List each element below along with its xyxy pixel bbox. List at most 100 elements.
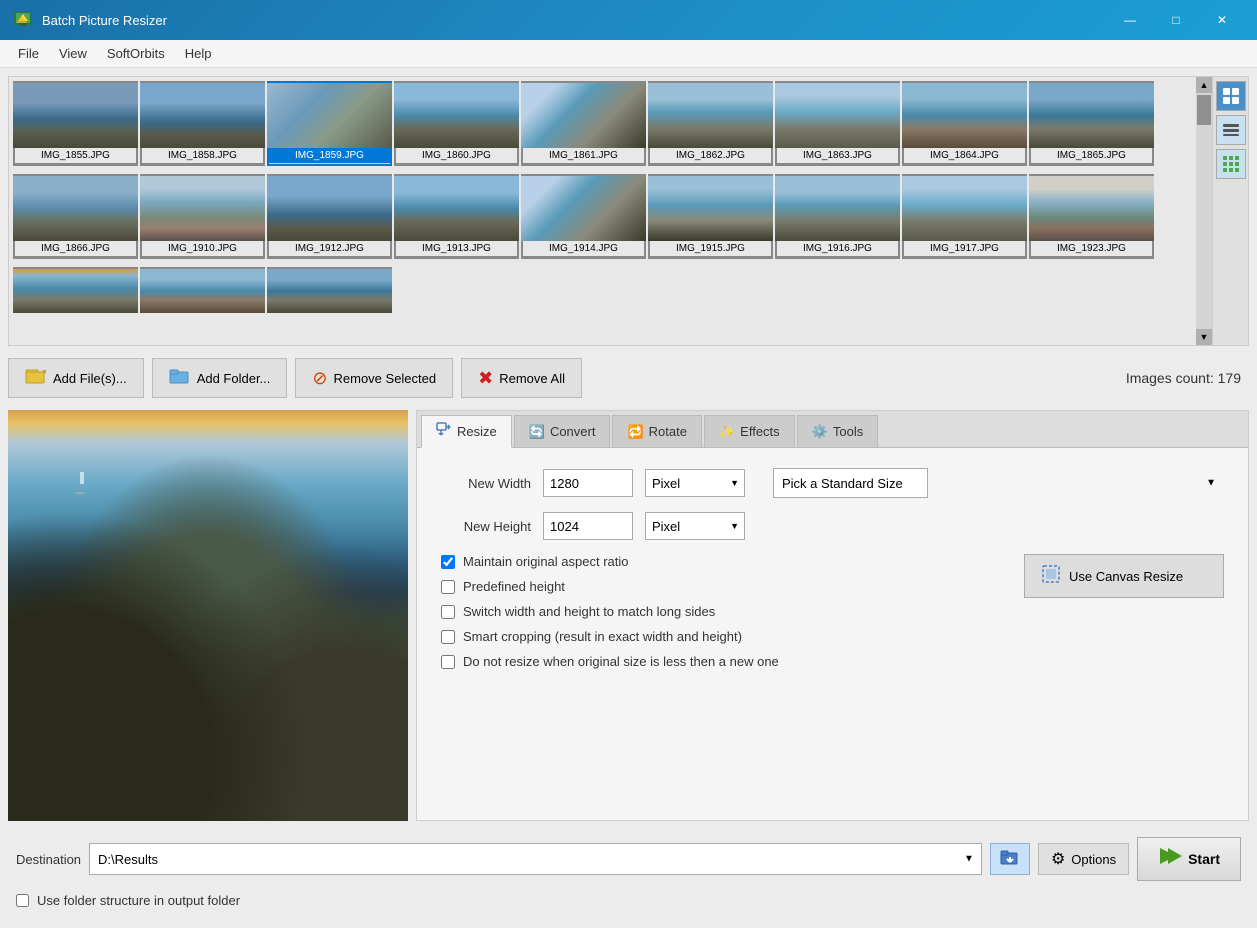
list-item[interactable]: IMG_1863.JPG [775,81,900,166]
thumbnail-label: IMG_1914.JPG [523,241,644,256]
gallery-row-2: IMG_1866.JPG IMG_1910.JPG IMG_1912.JPG I… [9,170,1196,263]
remove-all-icon: ✖ [478,368,493,389]
thumbnail-image [140,176,265,241]
gallery-container: IMG_1855.JPG IMG_1858.JPG IMG_1859.JPG I… [9,77,1196,345]
tab-tools[interactable]: ⚙️ Tools [797,415,879,447]
thumbnail-image [1029,83,1154,148]
height-row: New Height Pixel Percent cm mm inch [441,512,1224,540]
destination-input[interactable] [89,843,982,875]
no-resize-if-smaller-checkbox[interactable] [441,655,455,669]
remove-all-button[interactable]: ✖ Remove All [461,358,582,398]
menu-help[interactable]: Help [175,42,222,65]
list-item[interactable]: IMG_1917.JPG [902,174,1027,259]
view-icons-panel [1212,77,1248,345]
list-item[interactable]: IMG_1860.JPG [394,81,519,166]
thumbnail-label: IMG_1915.JPG [650,241,771,256]
list-item[interactable]: IMG_1916.JPG [775,174,900,259]
height-unit-select[interactable]: Pixel Percent cm mm inch [645,512,745,540]
scroll-down-button[interactable]: ▼ [1196,329,1212,345]
list-item[interactable]: IMG_1912.JPG [267,174,392,259]
folder-structure-checkbox[interactable] [16,894,29,907]
list-item[interactable]: IMG_1861.JPG [521,81,646,166]
list-item[interactable]: IMG_1910.JPG [140,174,265,259]
menu-view[interactable]: View [49,42,97,65]
thumbnail-image [267,269,392,313]
maintain-aspect-ratio-checkbox[interactable] [441,555,455,569]
gallery-row-1: IMG_1855.JPG IMG_1858.JPG IMG_1859.JPG I… [9,77,1196,170]
remove-selected-icon: ⊘ [312,368,327,389]
thumbnail-image [902,83,1027,148]
start-arrow-icon [1158,846,1182,872]
menubar: File View SoftOrbits Help [0,40,1257,68]
list-item[interactable]: IMG_1855.JPG [13,81,138,166]
remove-all-label: Remove All [499,371,565,386]
width-unit-select[interactable]: Pixel Percent cm mm inch [645,469,745,497]
switch-dimensions-checkbox[interactable] [441,605,455,619]
new-width-label: New Width [441,476,531,491]
folder-structure-row: Use folder structure in output folder [8,893,1249,916]
tab-convert-label: Convert [550,424,596,439]
minimize-button[interactable]: — [1107,0,1153,40]
list-view-button[interactable] [1216,115,1246,145]
destination-bar: Destination ⚙ Options [8,829,1249,889]
list-item[interactable] [267,267,392,313]
app-icon [12,9,34,31]
thumbnail-image [394,176,519,241]
standard-size-select[interactable]: Pick a Standard Size 640x480 800x600 102… [773,468,928,498]
options-button[interactable]: ⚙ Options [1038,843,1129,875]
list-item[interactable] [13,267,138,313]
list-item[interactable]: IMG_1862.JPG [648,81,773,166]
thumbnail-image [140,269,265,313]
menu-file[interactable]: File [8,42,49,65]
canvas-resize-button[interactable]: Use Canvas Resize [1024,554,1224,598]
remove-selected-button[interactable]: ⊘ Remove Selected [295,358,453,398]
list-item[interactable]: IMG_1866.JPG [13,174,138,259]
thumbnail-view-button[interactable] [1216,81,1246,111]
list-item[interactable]: IMG_1858.JPG [140,81,265,166]
list-item[interactable]: IMG_1914.JPG [521,174,646,259]
list-item[interactable]: IMG_1923.JPG [1029,174,1154,259]
lower-section: Resize 🔄 Convert 🔁 Rotate ✨ Effects ⚙️ T… [8,410,1249,821]
list-item[interactable]: IMG_1864.JPG [902,81,1027,166]
width-row: New Width Pixel Percent cm mm inch [441,468,1224,498]
menu-softorbits[interactable]: SoftOrbits [97,42,175,65]
scroll-thumb[interactable] [1197,95,1211,125]
list-item[interactable]: IMG_1859.JPG [267,81,392,166]
add-files-button[interactable]: Add File(s)... [8,358,144,398]
new-width-input[interactable] [543,469,633,497]
grid-view-button[interactable] [1216,149,1246,179]
gallery-scrollbar[interactable]: ▲ ▼ [1196,77,1212,345]
predefined-height-checkbox[interactable] [441,580,455,594]
width-unit-wrapper: Pixel Percent cm mm inch [645,469,745,497]
new-height-input[interactable] [543,512,633,540]
browse-destination-button[interactable] [990,843,1030,875]
smart-cropping-checkbox[interactable] [441,630,455,644]
switch-dimensions-row: Switch width and height to match long si… [441,604,1008,619]
predefined-height-row: Predefined height [441,579,1008,594]
smart-cropping-label: Smart cropping (result in exact width an… [463,629,742,644]
tab-rotate[interactable]: 🔁 Rotate [612,415,702,447]
list-item[interactable] [140,267,265,313]
list-item[interactable]: IMG_1913.JPG [394,174,519,259]
close-button[interactable]: ✕ [1199,0,1245,40]
thumbnail-label: IMG_1860.JPG [396,148,517,163]
tools-tab-icon: ⚙️ [812,424,828,440]
list-item[interactable]: IMG_1865.JPG [1029,81,1154,166]
scroll-up-button[interactable]: ▲ [1196,77,1212,93]
tab-tools-label: Tools [833,424,863,439]
list-item[interactable]: IMG_1915.JPG [648,174,773,259]
main-content: IMG_1855.JPG IMG_1858.JPG IMG_1859.JPG I… [0,68,1257,928]
gallery-section: IMG_1855.JPG IMG_1858.JPG IMG_1859.JPG I… [8,76,1249,346]
tab-convert[interactable]: 🔄 Convert [514,415,611,447]
tab-effects[interactable]: ✨ Effects [704,415,795,447]
tab-resize[interactable]: Resize [421,415,512,448]
add-folder-icon [169,367,191,390]
maximize-button[interactable]: □ [1153,0,1199,40]
thumbnail-image [267,176,392,241]
new-height-label: New Height [441,519,531,534]
height-unit-wrapper: Pixel Percent cm mm inch [645,512,745,540]
add-folder-button[interactable]: Add Folder... [152,358,288,398]
start-button[interactable]: Start [1137,837,1241,881]
thumbnail-label: IMG_1912.JPG [269,241,390,256]
no-resize-if-smaller-row: Do not resize when original size is less… [441,654,1008,669]
